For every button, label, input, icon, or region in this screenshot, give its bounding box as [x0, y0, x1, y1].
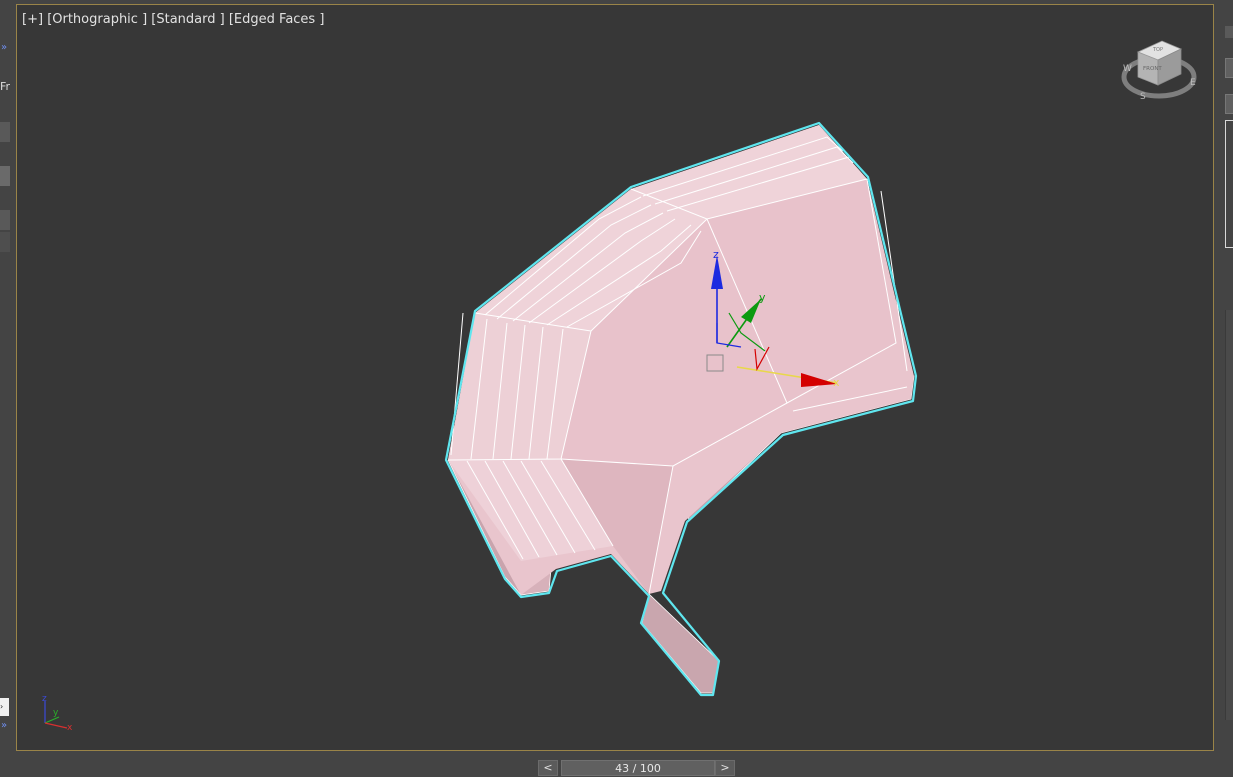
left-panel-row[interactable] — [0, 122, 10, 142]
viewcube-top-label: TOP — [1152, 47, 1163, 53]
viewcube-compass-e: E — [1190, 78, 1196, 88]
tripod-x-label: x — [67, 723, 73, 733]
gizmo-y-label: y — [759, 291, 766, 304]
expand-panel-icon[interactable]: » — [1, 42, 7, 53]
left-panel-row[interactable] — [0, 232, 10, 252]
viewcube[interactable]: TOP FRONT S E W — [1121, 40, 1197, 102]
tripod-y-label: y — [53, 708, 59, 718]
time-slider-thumb[interactable]: 43 / 100 — [561, 760, 715, 776]
time-next-button[interactable]: > — [715, 760, 735, 776]
time-prev-button[interactable]: < — [538, 760, 558, 776]
right-panel-area — [1225, 310, 1233, 720]
panel-toggle-icon[interactable]: › — [0, 698, 9, 716]
viewcube-compass-s: S — [1140, 92, 1146, 102]
left-panel-strip: » Fr › » — [0, 0, 15, 772]
expand-panel-icon[interactable]: » — [1, 720, 7, 731]
left-panel-label: Fr — [0, 80, 10, 93]
right-panel-field[interactable] — [1225, 94, 1233, 114]
tripod-z-label: z — [42, 694, 47, 704]
right-panel-field[interactable] — [1225, 58, 1233, 78]
world-axis-tripod: z y x — [42, 694, 73, 733]
left-panel-row[interactable] — [0, 166, 10, 186]
viewport-scene: z y x TOP FRONT S E W z y x — [42, 40, 1197, 733]
time-slider-bar: < 43 / 100 > — [0, 752, 1233, 776]
viewcube-compass-w: W — [1123, 64, 1132, 74]
left-panel-row[interactable] — [0, 210, 10, 230]
right-panel-button[interactable] — [1225, 26, 1233, 38]
right-panel-strip — [1215, 0, 1233, 772]
gizmo-z-label: z — [713, 248, 719, 261]
pipe-elbow-mesh[interactable] — [444, 121, 918, 697]
gizmo-x-label: x — [833, 376, 840, 389]
viewcube-front-label: FRONT — [1143, 66, 1162, 72]
right-panel-list[interactable] — [1225, 120, 1233, 248]
viewport-orthographic[interactable]: [+] [Orthographic ] [Standard ] [Edged F… — [16, 4, 1214, 751]
